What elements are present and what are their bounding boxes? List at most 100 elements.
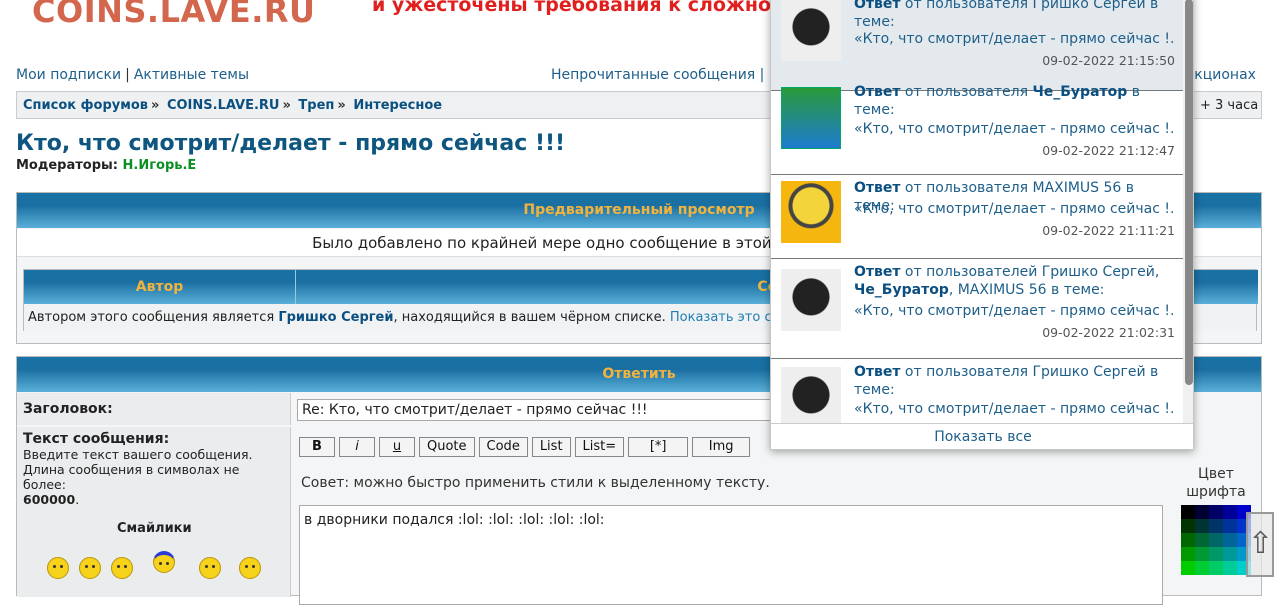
notification-item[interactable]: Ответ от пользователя Гришко Сергей в те… (771, 359, 1183, 423)
notification-item[interactable]: Ответ от пользователя MAXIMUS 56 в теме:… (771, 175, 1183, 259)
notification-list: Ответ от пользователя Гришко Сергей в те… (771, 0, 1183, 423)
topic-title[interactable]: Кто, что смотрит/делает - прямо сейчас !… (16, 131, 565, 156)
breadcrumb-site[interactable]: COINS.LAVE.RU (167, 98, 280, 113)
max-length-hint: Длина сообщения в символах не более: (23, 462, 240, 492)
color-swatch[interactable] (1223, 561, 1237, 575)
blocked-user-link[interactable]: Гришко Сергей (278, 310, 393, 325)
eagle-avatar-icon (781, 0, 841, 61)
color-swatch[interactable] (1195, 533, 1209, 547)
color-swatch[interactable] (1223, 547, 1237, 561)
notification-text: Ответ от пользователя Гришко Сергей в те… (854, 0, 1159, 30)
italic-button[interactable]: i (339, 437, 375, 457)
style-tip: Совет: можно быстро применить стили к вы… (301, 475, 770, 491)
active-topics-link[interactable]: Активные темы (134, 67, 249, 83)
quote-button[interactable]: Quote (419, 437, 475, 457)
timezone-label: + 3 часа (1200, 98, 1259, 113)
smiley-icon[interactable] (47, 557, 69, 579)
color-swatch[interactable] (1209, 561, 1223, 575)
color-swatch[interactable] (1181, 533, 1195, 547)
font-color-label: Цвет шрифта (1186, 466, 1246, 500)
notification-item[interactable]: Ответ от пользователя Гришко Сергей в те… (771, 0, 1183, 91)
smiley-icon[interactable] (79, 557, 101, 579)
subject-label: Заголовок: (17, 393, 291, 425)
smiley-icon[interactable] (111, 557, 133, 579)
my-subscriptions-link[interactable]: Мои подписки (16, 67, 121, 83)
color-swatch[interactable] (1223, 505, 1237, 519)
color-swatch[interactable] (1223, 533, 1237, 547)
color-swatch[interactable] (1209, 505, 1223, 519)
bold-button[interactable]: B (299, 437, 335, 457)
color-swatch[interactable] (1195, 547, 1209, 561)
moderators: Модераторы: Н.Игорь.Е (16, 158, 196, 173)
color-swatch[interactable] (1209, 519, 1223, 533)
color-swatch[interactable] (1181, 519, 1195, 533)
author-column-header: Автор (24, 270, 296, 304)
notification-text: Ответ от пользователей Гришко Сергей, Че… (854, 264, 1160, 298)
notification-quote[interactable]: «Кто, что смотрит/делает - прямо сейчас … (854, 401, 1176, 417)
eagle-avatar-icon (781, 269, 841, 331)
color-swatch[interactable] (1195, 505, 1209, 519)
breadcrumb-sep: » (282, 98, 291, 113)
wizard-smiley-icon[interactable] (153, 551, 175, 573)
notification-quote[interactable]: «Кто, что смотрит/делает - прямо сейчас … (854, 201, 1176, 217)
notification-text: Ответ от пользователя Гришко Сергей в те… (854, 364, 1159, 398)
message-textarea[interactable]: в дворники подался :lol: :lol: :lol: :lo… (299, 505, 1163, 605)
breadcrumb-interesting[interactable]: Интересное (353, 98, 442, 113)
color-swatch[interactable] (1209, 547, 1223, 561)
announcement-banner: и ужесточены требования к сложнос (372, 0, 783, 16)
scroll-top-icon[interactable]: ⇧ (1246, 512, 1274, 577)
site-logo[interactable]: COINS.LAVE.RU (32, 0, 315, 30)
color-swatch[interactable] (1223, 519, 1237, 533)
unread-messages-link[interactable]: Непрочитанные сообщения (551, 67, 755, 83)
color-swatch[interactable] (1195, 519, 1209, 533)
code-button[interactable]: Code (478, 437, 528, 457)
avatar-image (781, 87, 841, 149)
nav-separator: | (125, 67, 130, 83)
blocked-prefix: Автором этого сообщения является (28, 310, 275, 325)
color-palette[interactable] (1181, 505, 1251, 585)
list-button[interactable]: List (531, 437, 571, 457)
message-text-label: Текст сообщения: (23, 431, 170, 447)
subject-input[interactable] (297, 399, 797, 421)
blocked-suffix: , находящийся в вашем чёрном списке. (393, 310, 666, 325)
notification-quote[interactable]: «Кто, что смотрит/делает - прямо сейчас … (854, 303, 1176, 319)
bbcode-toolbar: Bi u Quote Code List List= [*] Img (299, 437, 754, 457)
moderator-link[interactable]: Н.Игорь.Е (123, 158, 197, 173)
breadcrumb-trep[interactable]: Треп (298, 98, 334, 113)
notification-quote[interactable]: «Кто, что смотрит/делает - прямо сейчас … (854, 121, 1176, 137)
ordered-list-button[interactable]: List= (574, 437, 625, 457)
notifications-dropdown: Ответ от пользователя Гришко Сергей в те… (770, 0, 1194, 450)
color-swatch[interactable] (1181, 505, 1195, 519)
color-swatch[interactable] (1195, 561, 1209, 575)
notification-item[interactable]: Ответ от пользователей Гришко Сергей, Че… (771, 259, 1183, 359)
image-button[interactable]: Img (692, 437, 751, 457)
minion-avatar-icon (781, 181, 841, 243)
color-swatch[interactable] (1181, 547, 1195, 561)
underline-button[interactable]: u (379, 437, 415, 457)
notification-time: 09-02-2022 21:02:31 (1042, 325, 1175, 340)
notification-scrollbar[interactable] (1183, 0, 1193, 423)
max-length-value: 600000. (23, 492, 80, 507)
notification-item[interactable]: Ответ от пользователя Че_Буратор в теме:… (771, 79, 1183, 175)
notification-text: Ответ от пользователя Че_Буратор в теме: (854, 84, 1140, 118)
breadcrumb-forums[interactable]: Список форумов (23, 98, 148, 113)
notification-quote[interactable]: «Кто, что смотрит/делает - прямо сейчас … (854, 31, 1176, 47)
smiley-icon[interactable] (199, 557, 221, 579)
scrollbar-thumb[interactable] (1185, 0, 1193, 385)
message-hint: Введите текст вашего сообщения. (23, 447, 253, 462)
top-nav-left: Мои подписки | Активные темы (16, 67, 249, 83)
breadcrumb-sep: » (151, 98, 160, 113)
top-nav-right: Непрочитанные сообщения | Н (551, 67, 779, 83)
list-item-button[interactable]: [*] (628, 437, 689, 457)
smilies-label: Смайлики (117, 521, 192, 536)
moderators-label: Модераторы: (16, 158, 118, 173)
notification-time: 09-02-2022 21:12:47 (1042, 143, 1175, 158)
auctions-link[interactable]: укционах (1186, 67, 1256, 83)
color-swatch[interactable] (1181, 561, 1195, 575)
message-sidebar: Текст сообщения: Введите текст вашего со… (17, 427, 291, 597)
color-swatch[interactable] (1209, 533, 1223, 547)
smiley-icon[interactable] (239, 557, 261, 579)
notification-time: 09-02-2022 21:15:50 (1042, 53, 1175, 68)
show-all-link[interactable]: Показать все (771, 423, 1193, 449)
notification-time: 09-02-2022 21:11:21 (1042, 223, 1175, 238)
